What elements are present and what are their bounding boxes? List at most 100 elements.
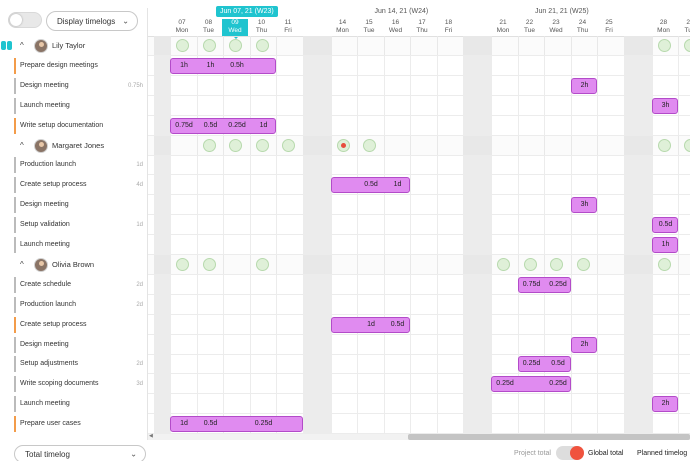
task-label[interactable]: Production launch 1d <box>0 155 147 176</box>
day-header[interactable]: 18 Fri <box>436 19 462 36</box>
person-header[interactable]: ^ Olivia Brown <box>0 254 147 275</box>
timelog-status-icon[interactable] <box>363 138 376 152</box>
timelog-status-icon[interactable] <box>202 257 216 271</box>
timelog-bar[interactable]: 1h <box>651 237 678 253</box>
task-label[interactable]: Prepare user cases <box>0 414 147 435</box>
task-label[interactable]: Launch meeting <box>0 95 147 116</box>
timelog-status-icon[interactable] <box>336 138 350 152</box>
view-toggle[interactable] <box>8 12 42 28</box>
person-row: ^ Lily Taylor <box>0 36 690 56</box>
timelog-bar[interactable]: 0.5d <box>651 217 678 234</box>
timelog-status-icon[interactable] <box>576 257 590 271</box>
bar-value: 1d <box>180 420 188 428</box>
timelog-status-icon[interactable] <box>657 257 671 271</box>
timelog-status-icon[interactable] <box>202 138 216 152</box>
timelog-status-icon[interactable] <box>497 257 510 271</box>
person-header[interactable]: ^ Margaret Jones <box>0 135 147 156</box>
timelog-status-icon[interactable] <box>550 257 563 271</box>
person-header[interactable]: ^ Lily Taylor <box>0 36 147 56</box>
task-label[interactable]: Create schedule 2d <box>0 274 147 295</box>
timelog-bar[interactable]: 3h <box>651 97 678 114</box>
global-total-label[interactable]: Global total <box>588 450 623 457</box>
timelog-bar[interactable]: 0.75d 0.25d <box>517 276 571 293</box>
day-header[interactable]: 16 Wed <box>383 19 409 36</box>
timelog-bar[interactable]: 2h <box>651 396 678 413</box>
timelog-status-icon[interactable] <box>657 138 671 152</box>
timelog-bar[interactable]: 0.25d 0.25d <box>491 376 571 393</box>
project-total-label[interactable]: Project total <box>514 450 551 457</box>
total-timelog-select[interactable]: Total timelog ⌄ <box>14 445 146 461</box>
task-row: Design meeting 2h <box>0 334 690 355</box>
status-indicator <box>14 157 16 174</box>
day-header[interactable]: 17 Thu <box>409 19 435 36</box>
task-label[interactable]: Design meeting 0.75h <box>0 75 147 96</box>
scroll-left-icon[interactable]: ◀ <box>149 433 153 439</box>
timelog-status-icon[interactable] <box>523 257 537 271</box>
timelog-bar[interactable]: 1d 0.5d <box>330 316 410 333</box>
task-label[interactable]: Create setup process 4d <box>0 175 147 196</box>
timelog-bar[interactable]: 1h 1h 0.5h <box>170 57 276 74</box>
timelog-status-icon[interactable] <box>684 39 690 52</box>
task-label[interactable]: Prepare design meetings <box>0 55 147 76</box>
timelog-status-icon[interactable] <box>657 39 671 52</box>
day-header[interactable]: 28 Mon <box>651 19 677 36</box>
bar-value: 0.5d <box>658 221 673 229</box>
scroll-thumb[interactable] <box>408 434 690 440</box>
day-header[interactable]: 29Tue <box>677 19 690 36</box>
task-label[interactable]: Design meeting <box>0 334 147 355</box>
task-label[interactable]: Write scoping documents 3d <box>0 374 147 395</box>
horizontal-scrollbar[interactable] <box>148 434 690 440</box>
planned-timelog-label[interactable]: Planned timelog <box>637 450 687 457</box>
day-header[interactable]: 11 Fri <box>275 19 301 36</box>
task-label[interactable]: Setup validation 1d <box>0 215 147 236</box>
day-header[interactable]: 09 Wed <box>222 19 248 39</box>
timelog-bar[interactable]: 0.25d 0.5d <box>517 356 571 373</box>
day-header[interactable]: 25 Fri <box>596 19 622 36</box>
status-indicator <box>14 276 16 293</box>
timelog-status-icon[interactable] <box>176 39 189 52</box>
day-header[interactable]: 24 Thu <box>570 19 596 36</box>
timelog-status-icon[interactable] <box>255 39 269 52</box>
timelog-bar[interactable]: 0.75d 0.5d 0.25d 1d <box>170 117 276 134</box>
timelog-status-icon[interactable] <box>202 39 216 52</box>
task-row: Create setup process 4d 0.5d 1d <box>0 175 690 196</box>
day-header[interactable]: 10 Thu <box>249 19 275 36</box>
day-header[interactable]: 07 Mon <box>169 19 195 36</box>
timelog-bar[interactable]: 2h <box>570 77 597 94</box>
timelog-status-icon[interactable] <box>176 257 189 271</box>
task-label[interactable]: Write setup documentation <box>0 115 147 136</box>
day-header[interactable]: 08 Tue <box>196 19 222 36</box>
day-header[interactable]: 21 Mon <box>490 19 516 36</box>
task-label[interactable]: Setup adjustments 2d <box>0 354 147 375</box>
display-timelogs-select[interactable]: Display timelogs ⌄ <box>46 11 138 31</box>
day-of-week: Wed <box>228 27 242 34</box>
collapse-icon[interactable] <box>1 41 13 50</box>
task-label[interactable]: Production launch 2d <box>0 294 147 315</box>
timelog-status-icon[interactable] <box>255 138 269 152</box>
timelog-status-icon[interactable] <box>229 39 242 52</box>
timelog-bar[interactable]: 1d 0.5d 0.25d <box>170 416 303 433</box>
task-label[interactable]: Create setup process <box>0 314 147 335</box>
task-label[interactable]: Launch meeting <box>0 394 147 415</box>
timelog-status-icon[interactable] <box>282 138 295 152</box>
day-header[interactable]: 22 Tue <box>517 19 543 36</box>
collapse-caret-icon[interactable]: ^ <box>20 36 24 56</box>
timelog-bar[interactable]: 0.5d 1d <box>330 177 410 194</box>
task-hours: 2d <box>136 281 143 288</box>
toggle-knob <box>10 14 22 26</box>
day-header[interactable]: 15 Tue <box>356 19 382 36</box>
timelog-status-icon[interactable] <box>229 138 242 152</box>
total-toggle[interactable] <box>556 446 584 460</box>
timelog-status-icon[interactable] <box>255 257 269 271</box>
collapse-caret-icon[interactable]: ^ <box>20 255 24 275</box>
timelog-bar[interactable]: 2h <box>570 336 597 353</box>
task-label[interactable]: Launch meeting <box>0 235 147 255</box>
timelog-bar[interactable]: 3h <box>570 197 597 214</box>
collapse-caret-icon[interactable]: ^ <box>20 136 24 156</box>
day-header[interactable]: 14 Mon <box>330 19 356 36</box>
task-label[interactable]: Design meeting <box>0 195 147 216</box>
status-indicator <box>14 316 16 333</box>
timelog-status-icon[interactable] <box>684 138 690 152</box>
day-header[interactable]: 23 Wed <box>543 19 569 36</box>
bar-value: 3h <box>661 101 670 109</box>
